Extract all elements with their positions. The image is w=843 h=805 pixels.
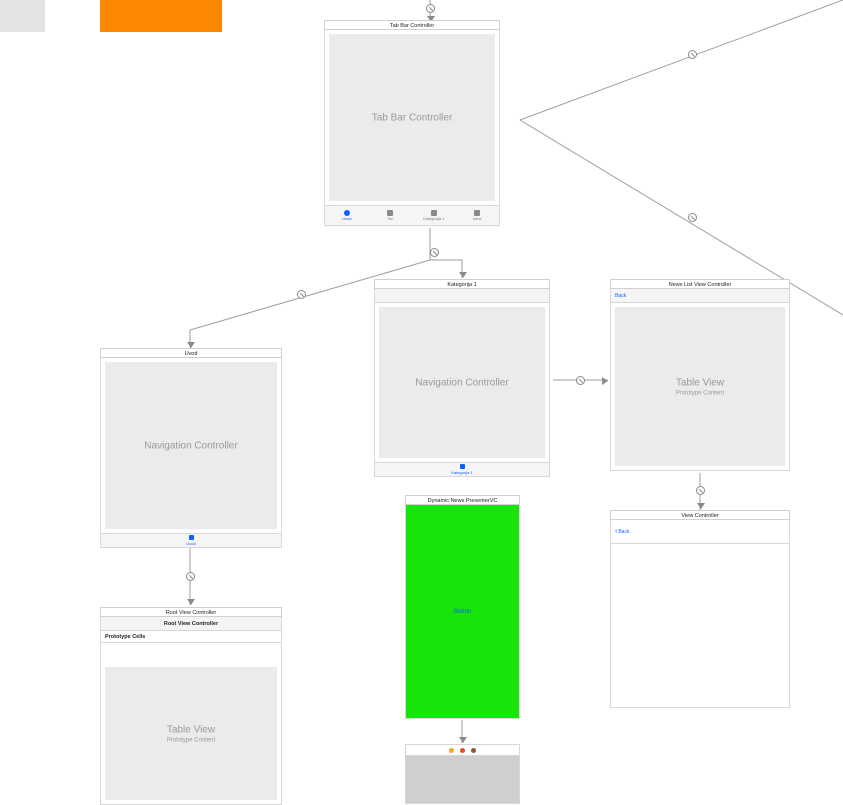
scene-body <box>610 544 790 708</box>
dot-icon <box>471 748 476 753</box>
nav-bar <box>374 289 550 303</box>
color-swatch-gray <box>0 0 45 32</box>
arrow-right-icon <box>602 377 608 385</box>
arrow-down-icon <box>187 599 195 605</box>
scene-body: Navigation Controller <box>374 303 550 463</box>
segue-marker-icon <box>688 213 697 222</box>
tab-uvod[interactable]: Uvod <box>325 206 369 225</box>
scene-body: Tab Bar Controller <box>324 30 500 206</box>
scene-tab-bar-controller[interactable]: Tab Bar Controller Tab Bar Controller Uv… <box>324 20 500 226</box>
back-button[interactable]: ‹ Back <box>615 529 629 535</box>
scene-title: Kategorija 1 <box>374 279 550 289</box>
scene-body-label: Navigation Controller <box>375 377 549 388</box>
scene-body-green: Button <box>405 505 520 719</box>
scene-title: News List View Controller <box>610 279 790 289</box>
segue-marker-icon <box>426 4 435 13</box>
scene-bottom-bar: Kategorija 1 <box>374 463 550 477</box>
scene-title: Uvod <box>100 348 282 358</box>
scene-body <box>405 756 520 804</box>
scene-title: Root View Controller <box>100 607 282 617</box>
scene-nav-kategorija[interactable]: Kategorija 1 Navigation Controller Kateg… <box>374 279 550 477</box>
dot-icon <box>460 748 465 753</box>
scene-dynamic-news[interactable]: Dynamic News PresenterVC Button <box>405 495 520 719</box>
tab-icon <box>460 464 465 469</box>
prototype-cells-label: Prototype Cells <box>101 631 281 643</box>
bottom-label: Uvod <box>186 541 195 546</box>
scene-news-list[interactable]: News List View Controller Back Table Vie… <box>610 279 790 471</box>
tab-icon <box>189 535 194 540</box>
nav-bar: ‹ Back <box>610 520 790 544</box>
scene-title: Tab Bar Controller <box>324 20 500 30</box>
arrow-down-icon <box>459 272 467 278</box>
button[interactable]: Button <box>406 609 519 615</box>
scene-bottom-bar: Uvod <box>100 534 282 548</box>
scene-root-vc[interactable]: Root View Controller Root View Controlle… <box>100 607 282 805</box>
scene-body: Table View Prototype Content <box>610 303 790 471</box>
back-button[interactable]: Back <box>615 293 626 299</box>
segue-marker-icon <box>297 290 306 299</box>
scene-view-controller[interactable]: View Controller ‹ Back <box>610 510 790 708</box>
scene-body: Prototype Cells Table View Prototype Con… <box>100 631 282 805</box>
tab-label: Tim <box>387 216 394 221</box>
tab-label: Kategorija 1 <box>423 216 444 221</box>
nav-bar: Root View Controller <box>100 617 282 631</box>
scene-body-label: Navigation Controller <box>101 440 281 451</box>
segue-marker-icon <box>576 376 585 385</box>
back-label: Back <box>618 529 629 535</box>
nav-title: Root View Controller <box>105 621 277 627</box>
tab-izbor[interactable]: Izbor <box>456 206 500 225</box>
scene-title: Dynamic News PresenterVC <box>405 495 520 505</box>
dot-icon <box>449 748 454 753</box>
scene-nav-uvod[interactable]: Uvod Navigation Controller Uvod <box>100 348 282 548</box>
segue-marker-icon <box>186 572 195 581</box>
scene-bottom-strip[interactable] <box>405 744 520 804</box>
table-view-label: Table View Prototype Content <box>105 724 277 743</box>
nav-bar: Back <box>610 289 790 303</box>
tab-kategorija-1[interactable]: Kategorija 1 <box>412 206 456 225</box>
tab-tim[interactable]: Tim <box>369 206 413 225</box>
color-swatch-orange <box>100 0 222 32</box>
scene-title: View Controller <box>610 510 790 520</box>
tab-label: Izbor <box>473 216 482 221</box>
segue-marker-icon <box>688 50 697 59</box>
bottom-label: Kategorija 1 <box>451 470 472 475</box>
scene-body: Navigation Controller <box>100 358 282 534</box>
tab-label: Uvod <box>342 216 351 221</box>
chevron-left-icon: ‹ <box>615 528 617 535</box>
tab-bar: Uvod Tim Kategorija 1 Izbor <box>324 206 500 226</box>
table-view-label: Table View Prototype Content <box>611 377 789 396</box>
scene-body-label: Tab Bar Controller <box>325 112 499 123</box>
segue-marker-icon <box>430 248 439 257</box>
arrow-down-icon <box>459 737 467 743</box>
segue-marker-icon <box>696 486 705 495</box>
dots-bar <box>405 744 520 756</box>
arrow-down-icon <box>697 503 705 509</box>
